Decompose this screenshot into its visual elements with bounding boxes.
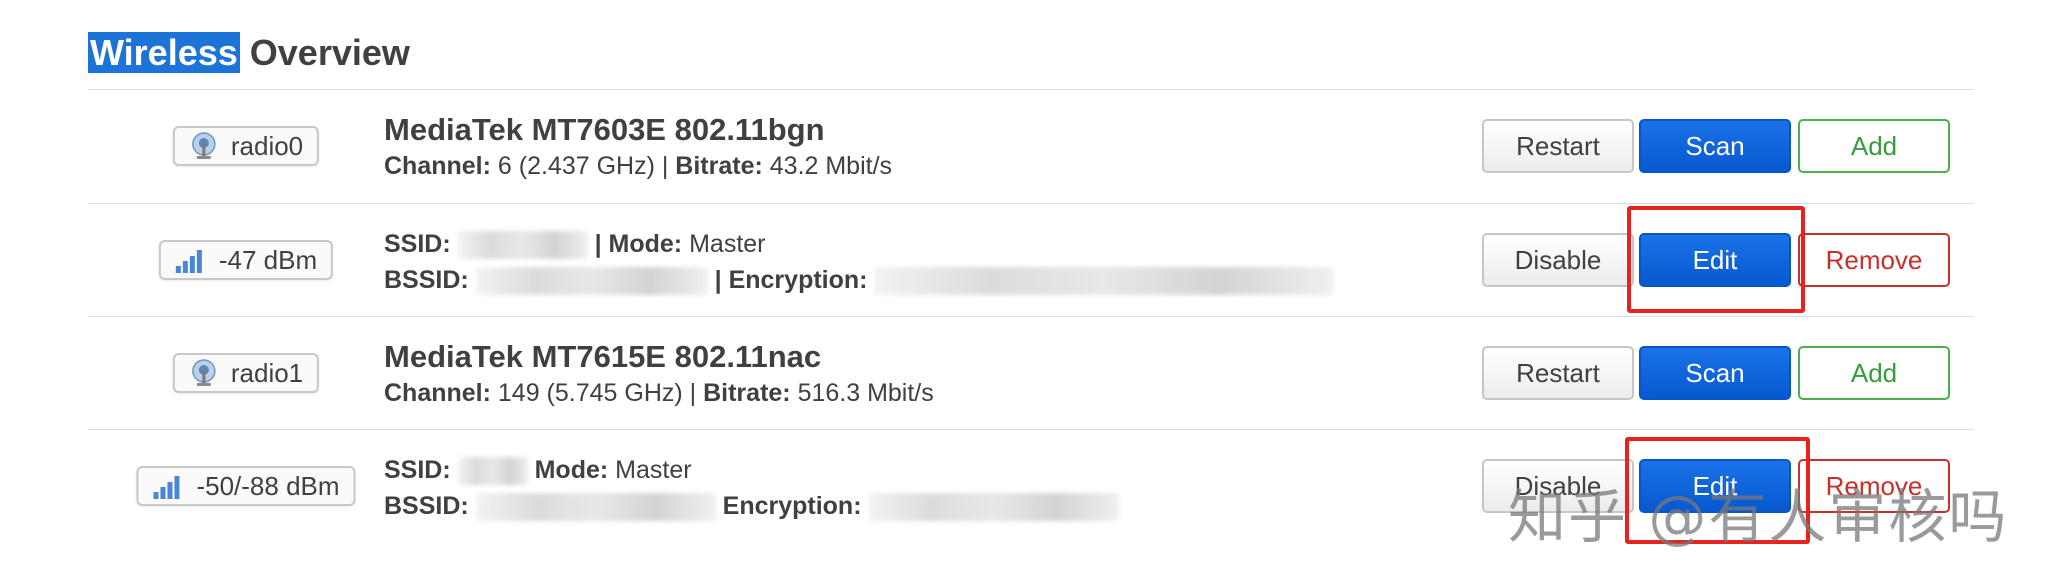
bitrate-label: Bitrate: [703,379,791,407]
bitrate-value: 43.2 Mbit/s [762,152,893,180]
radio-info: MediaTek MT7603E 802.11bgn Channel: 6 (2… [384,112,892,184]
signal-badge[interactable]: -47 dBm [158,240,334,280]
radio-info: MediaTek MT7615E 802.11nac Channel: 149 … [384,339,934,411]
bitrate-label: Bitrate: [675,152,763,180]
channel-label: Channel: [384,152,491,180]
network-info: SSID: Mode: Master BSSID: Encryption: [384,452,1119,524]
bssid-encryption-line: BSSID: | Encryption: [384,262,1335,298]
radio-badge[interactable]: radio0 [172,126,320,166]
bssid-encryption-line: BSSID: Encryption: [384,488,1119,524]
ssid-mode-line: SSID: | Mode: Master [384,226,1334,262]
mode-value: Master [682,230,766,258]
wireless-radio-icon [189,131,219,161]
encryption-label: Encryption: [722,492,862,520]
ssid-label: SSID: [384,456,451,484]
channel-label: Channel: [384,379,491,407]
add-button[interactable]: Add [1798,119,1950,173]
channel-value: 6 (2.437 GHz) | [490,152,676,180]
mode-value: Master [608,456,692,484]
restart-button[interactable]: Restart [1482,346,1634,400]
network-info: SSID: | Mode: Master BSSID: | Encryption… [384,226,1335,298]
remove-button[interactable]: Remove [1798,233,1950,287]
bssid-label: BSSID: [384,492,469,520]
device-name: MediaTek MT7615E 802.11nac [384,339,822,374]
encryption-redacted [874,267,1335,296]
bssid-label: BSSID: [384,266,469,294]
restart-button[interactable]: Restart [1482,119,1634,173]
mode-label: | Mode: [594,230,683,258]
ssid-mode-line: SSID: Mode: Master [384,452,1119,488]
page-title-rest: Overview [239,32,410,73]
bssid-redacted [475,267,708,296]
ssid-label: SSID: [384,230,451,258]
mode-label: Mode: [534,456,609,484]
channel-bitrate-line: Channel: 6 (2.437 GHz) | Bitrate: 43.2 M… [384,148,892,184]
scan-button[interactable]: Scan [1639,346,1791,400]
radio-name: radio1 [230,357,304,388]
add-button[interactable]: Add [1798,346,1950,400]
signal-strength: -50/-88 dBm [196,470,340,501]
radio-badge[interactable]: radio1 [172,353,320,393]
radio-name: radio0 [230,130,304,161]
encryption-redacted [868,493,1119,522]
disable-button[interactable]: Disable [1482,233,1634,287]
signal-bars-icon [175,246,207,274]
channel-bitrate-line: Channel: 149 (5.745 GHz) | Bitrate: 516.… [384,375,934,411]
bssid-redacted [475,493,716,522]
ssid-redacted [457,231,588,260]
radio-row-radio0: radio0 MediaTek MT7603E 802.11bgn Channe… [88,90,1974,202]
encryption-label: | Encryption: [714,266,868,294]
watermark: 知乎 @有人审核吗 [1508,483,2009,551]
annotation-highlight-box [1627,206,1805,313]
signal-badge[interactable]: -50/-88 dBm [136,466,356,506]
wireless-radio-icon [189,358,219,388]
radio-row-radio1: radio1 MediaTek MT7615E 802.11nac Channe… [88,317,1974,429]
channel-value: 149 (5.745 GHz) | [490,379,704,407]
ssid-redacted [457,457,528,486]
page-title: Wireless Overview [88,30,410,76]
bitrate-value: 516.3 Mbit/s [790,379,934,407]
signal-bars-icon [152,472,184,500]
signal-strength: -47 dBm [218,244,318,275]
scan-button[interactable]: Scan [1639,119,1791,173]
page-title-highlight: Wireless [88,32,240,73]
device-name: MediaTek MT7603E 802.11bgn [384,112,825,147]
